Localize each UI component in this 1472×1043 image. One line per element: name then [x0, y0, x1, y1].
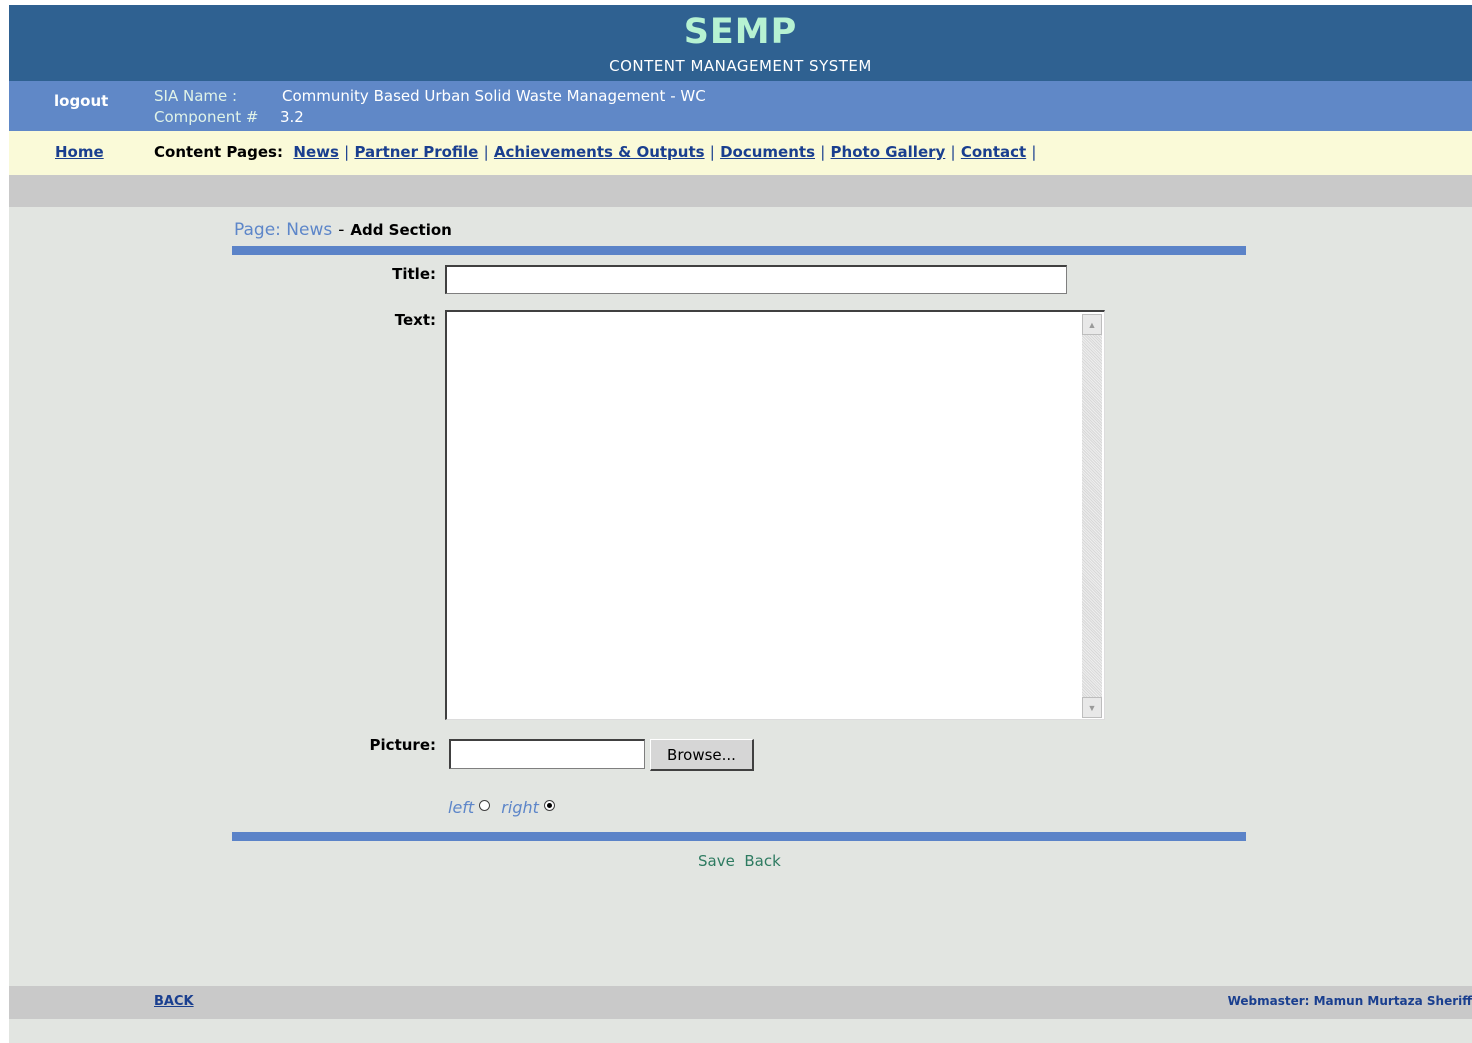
logout-link[interactable]: logout — [54, 92, 108, 110]
nav-link-documents[interactable]: Documents — [720, 143, 815, 161]
title-input[interactable] — [445, 265, 1067, 294]
top-divider — [232, 246, 1246, 255]
sia-name-label: SIA Name : — [154, 87, 238, 105]
breadcrumb-action: Add Section — [350, 221, 452, 239]
content-pages-nav: Content Pages: News | Partner Profile | … — [154, 143, 1036, 161]
bottom-divider — [232, 832, 1246, 841]
scroll-up-arrow-icon[interactable]: ▲ — [1082, 314, 1102, 335]
app-subtitle: CONTENT MANAGEMENT SYSTEM — [609, 57, 872, 75]
footer-bar: BACK Webmaster: Mamun Murtaza Sheriff — [9, 986, 1472, 1019]
picture-label: Picture: — [369, 736, 436, 754]
page-frame: SEMP CONTENT MANAGEMENT SYSTEM logout SI… — [9, 5, 1472, 1043]
nav-link-photo-gallery[interactable]: Photo Gallery — [831, 143, 946, 161]
browse-button[interactable]: Browse... — [650, 739, 754, 771]
nav-separator: | — [1031, 143, 1037, 161]
nav-link-partner-profile[interactable]: Partner Profile — [354, 143, 478, 161]
picture-file-input[interactable] — [449, 739, 645, 769]
breadcrumb: Page: News - Add Section — [234, 220, 452, 240]
text-label: Text: — [394, 311, 436, 329]
component-label: Component # — [154, 108, 259, 126]
nav-link-achievements-outputs[interactable]: Achievements & Outputs — [494, 143, 705, 161]
content-pages-label: Content Pages: — [154, 143, 283, 161]
align-right-radio[interactable] — [543, 800, 555, 811]
nav-home-link[interactable]: Home — [55, 143, 104, 161]
save-button[interactable]: Save — [698, 852, 735, 870]
nav-separator: | — [483, 143, 489, 161]
component-value: 3.2 — [280, 108, 304, 126]
title-label: Title: — [392, 265, 436, 283]
text-area-scrollbar[interactable]: ▲ ▼ — [1082, 314, 1102, 718]
align-left-label: left — [448, 798, 475, 817]
text-area[interactable] — [447, 312, 1083, 718]
back-button[interactable]: Back — [744, 852, 780, 870]
app-header: SEMP CONTENT MANAGEMENT SYSTEM — [9, 5, 1472, 81]
form-actions: Save Back — [698, 852, 781, 870]
align-left-radio[interactable] — [479, 800, 491, 811]
spacer-bar — [9, 175, 1472, 207]
webmaster-credit: Webmaster: Mamun Murtaza Sheriff — [1227, 994, 1472, 1008]
app-title: SEMP — [683, 12, 798, 52]
nav-link-contact[interactable]: Contact — [961, 143, 1026, 161]
scroll-down-arrow-icon[interactable]: ▼ — [1082, 697, 1102, 718]
breadcrumb-dash: - — [338, 220, 345, 240]
sia-name-value: Community Based Urban Solid Waste Manage… — [282, 87, 706, 105]
text-area-container: ▲ ▼ — [445, 310, 1105, 720]
align-right-label: right — [501, 798, 539, 817]
breadcrumb-page: Page: News — [234, 220, 333, 240]
nav-bar: Home Content Pages: News | Partner Profi… — [9, 131, 1472, 175]
nav-separator: | — [950, 143, 956, 161]
nav-link-news[interactable]: News — [293, 143, 339, 161]
picture-alignment: left right — [448, 798, 561, 817]
nav-separator: | — [820, 143, 826, 161]
footer-back-link[interactable]: BACK — [154, 994, 194, 1009]
info-bar: logout SIA Name : Community Based Urban … — [9, 81, 1472, 131]
nav-separator: | — [344, 143, 350, 161]
nav-separator: | — [709, 143, 715, 161]
